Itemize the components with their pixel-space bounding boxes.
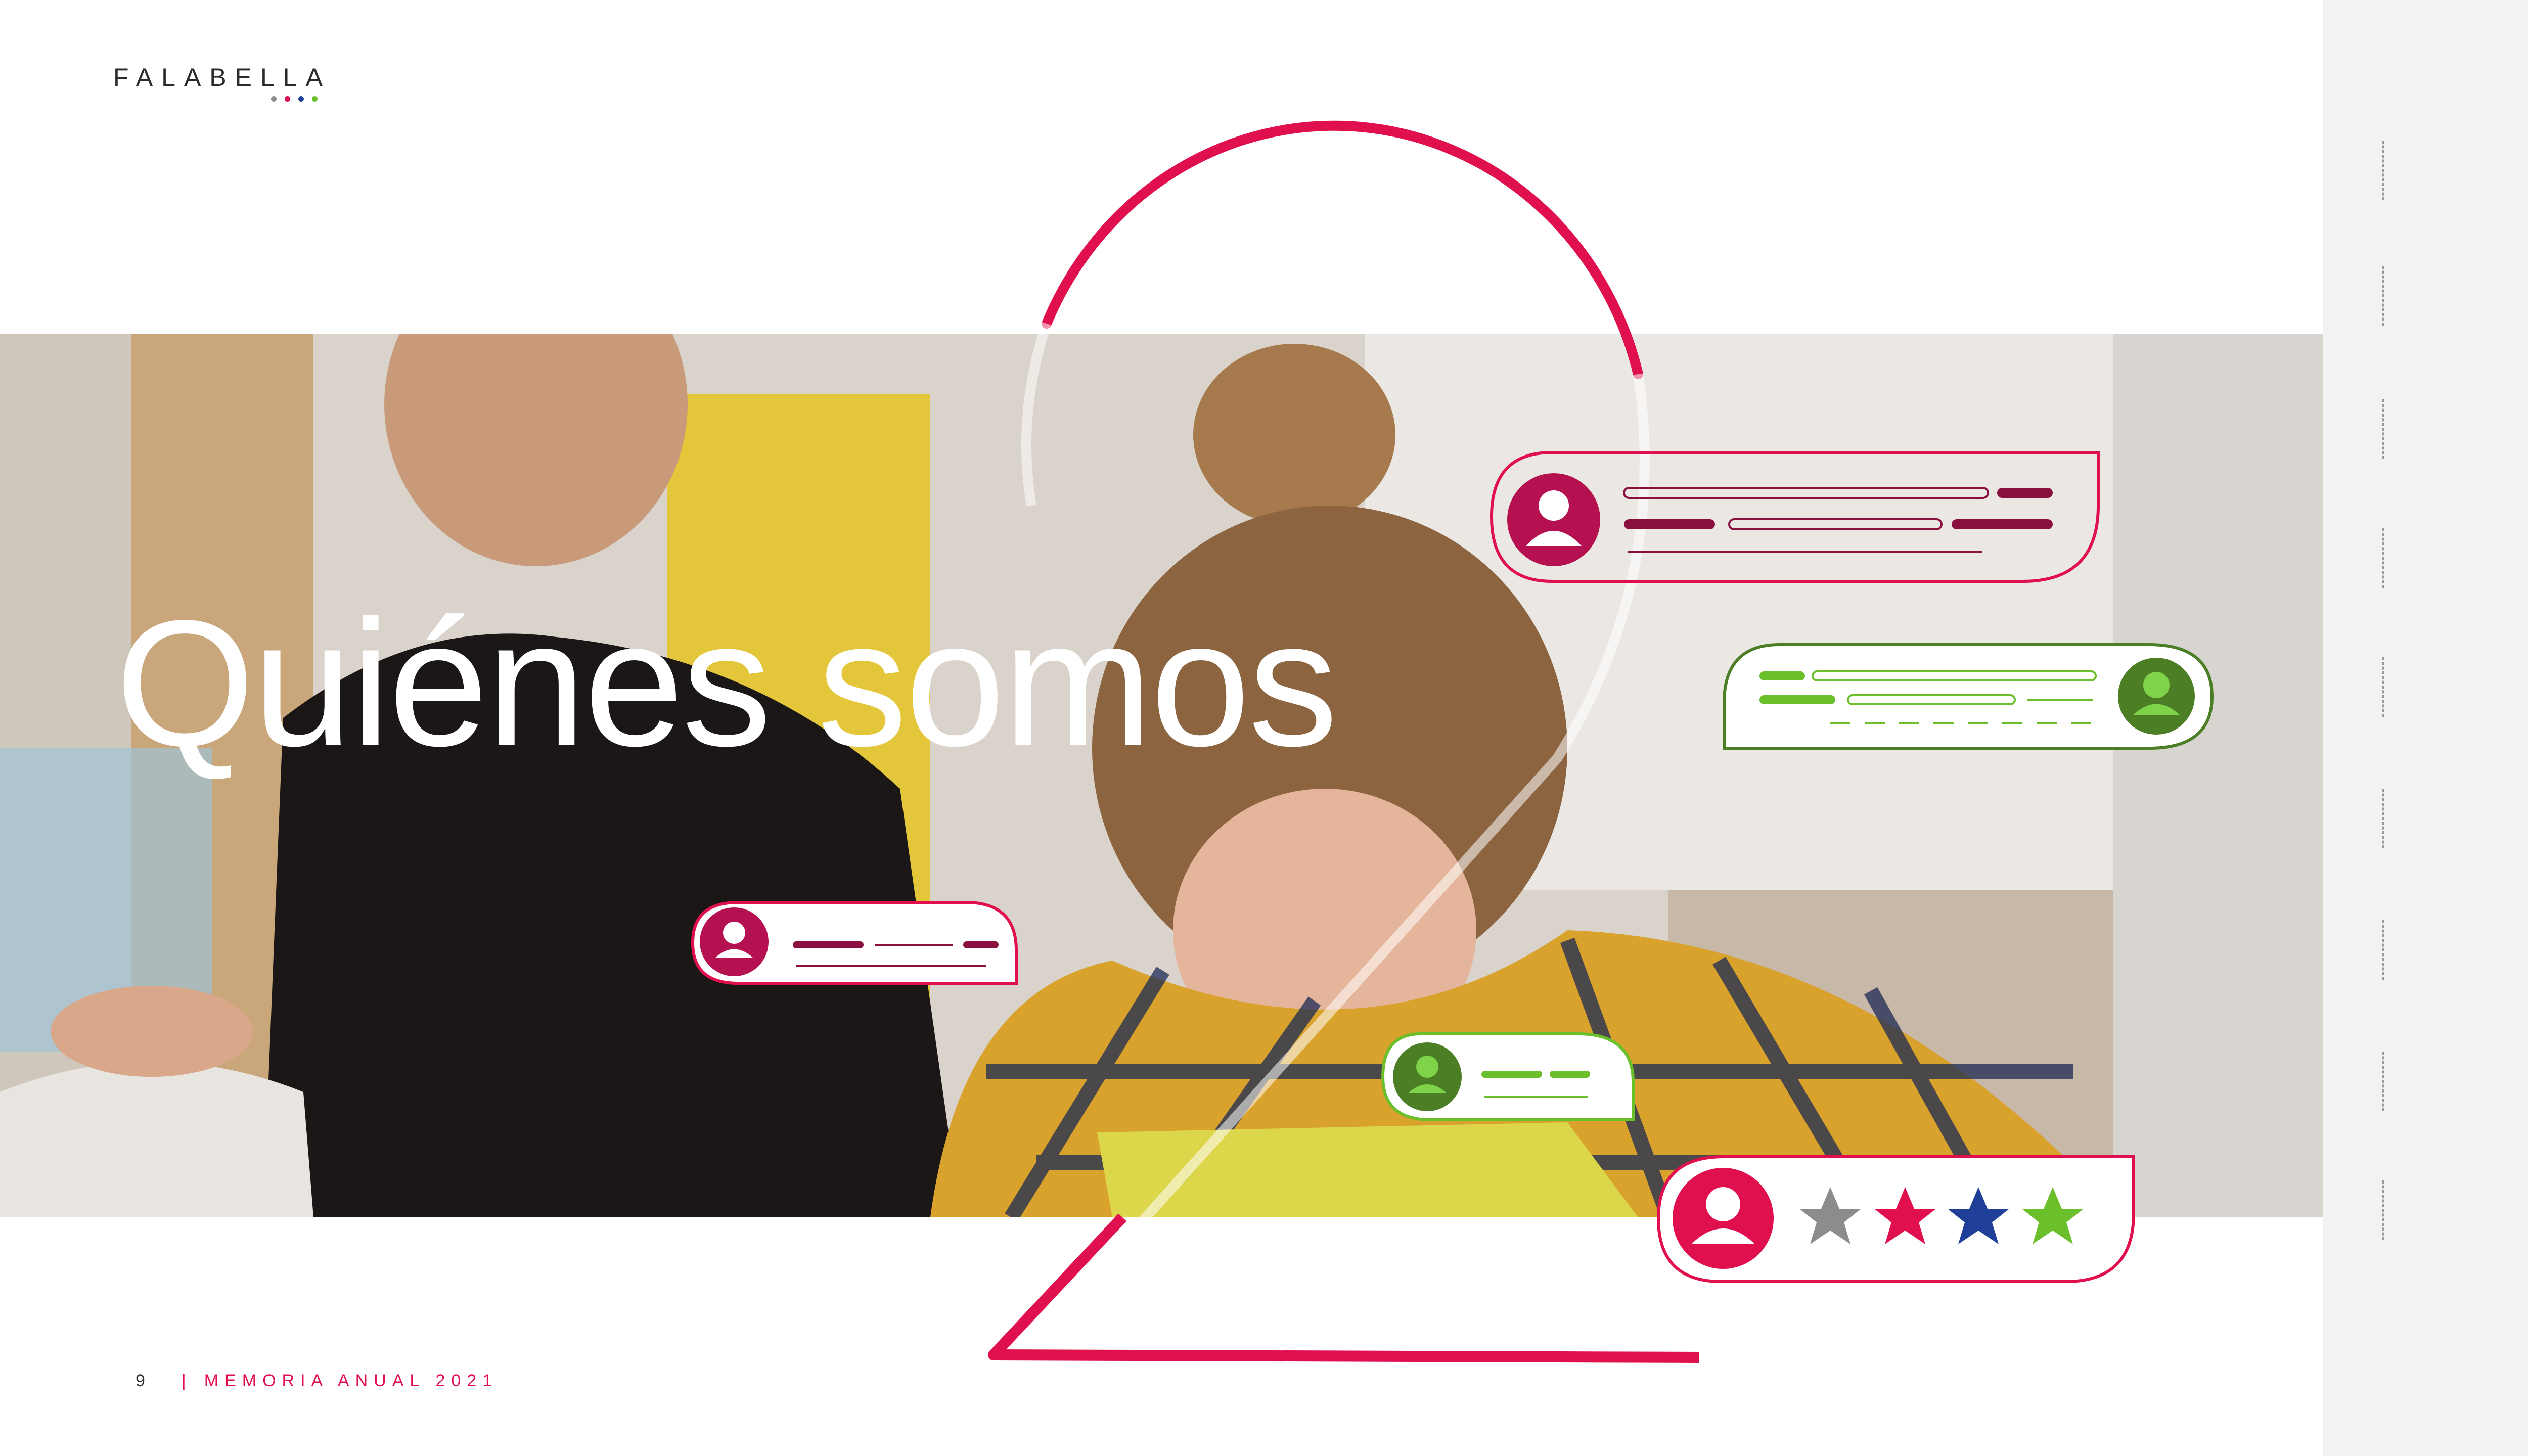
page-footer: 9 | MEMORIA ANUAL 2021 — [136, 1371, 498, 1391]
nav-marker[interactable] — [2382, 657, 2384, 717]
nav-marker[interactable] — [2382, 1180, 2384, 1240]
nav-marker[interactable] — [2382, 141, 2384, 200]
page-number: 9 — [136, 1371, 147, 1390]
rating-bubble — [1656, 1155, 2135, 1283]
nav-marker[interactable] — [2382, 920, 2384, 980]
chat-bubble-2 — [1723, 643, 2214, 750]
nav-marker[interactable] — [2382, 399, 2384, 459]
chat-bubble-1 — [1489, 451, 2100, 583]
nav-marker[interactable] — [2382, 528, 2384, 588]
page-navigator-sidebar — [2323, 0, 2528, 1456]
number-two-outline — [1042, 120, 1643, 379]
chat-bubble-4 — [1381, 1032, 1635, 1121]
nav-marker[interactable] — [2382, 266, 2384, 326]
nav-marker[interactable] — [2382, 1052, 2384, 1111]
publication-name: MEMORIA ANUAL 2021 — [204, 1371, 499, 1390]
decoration-layer — [691, 120, 2214, 1363]
report-page: FALABELLA Quiénes somos 9 | MEMORIA ANUA… — [0, 0, 2323, 1456]
footer-separator: | — [181, 1371, 186, 1390]
nav-marker[interactable] — [2382, 789, 2384, 848]
chat-bubble-3 — [691, 901, 1018, 985]
